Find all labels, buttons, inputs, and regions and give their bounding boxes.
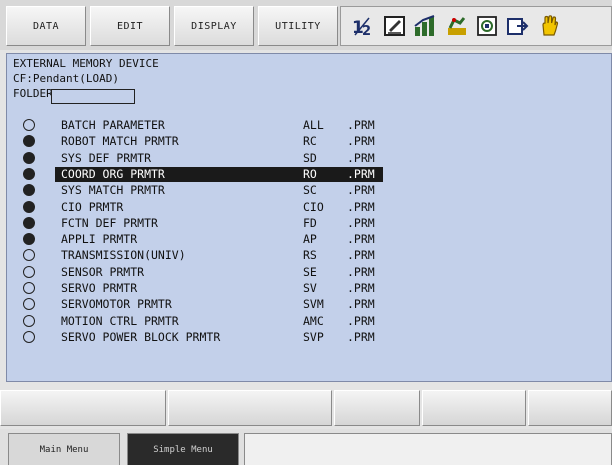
file-code: RS	[303, 248, 317, 263]
top-menu-bar: DATA EDIT DISPLAY UTILITY 1 2	[0, 0, 612, 50]
file-name: ROBOT MATCH PRMTR	[61, 134, 179, 149]
file-row[interactable]: CIO PRMTR CIO .PRM	[7, 199, 437, 215]
device-path: CF:Pendant(LOAD)	[13, 72, 119, 85]
file-row[interactable]: APPLI PRMTR AP .PRM	[7, 231, 437, 247]
unselected-mark-icon[interactable]	[23, 249, 35, 262]
file-code: AMC	[303, 313, 324, 328]
file-name: APPLI PRMTR	[61, 232, 138, 247]
file-code: SVP	[303, 329, 324, 344]
file-extension: .PRM	[347, 215, 375, 230]
file-extension: .PRM	[347, 264, 375, 279]
file-extension: .PRM	[347, 134, 375, 149]
selected-mark-icon[interactable]	[23, 200, 35, 213]
file-row[interactable]: SENSOR PRMTR SE .PRM	[7, 264, 437, 280]
status-icon-bar: 1 2	[340, 6, 612, 46]
file-name: SERVO PRMTR	[61, 281, 138, 295]
menu-data-button[interactable]: DATA	[6, 6, 86, 46]
file-extension: .PRM	[347, 281, 375, 295]
menu-display-button[interactable]: DISPLAY	[174, 6, 254, 46]
unselected-mark-icon[interactable]	[23, 119, 35, 131]
file-name: SERVO POWER BLOCK PRMTR	[61, 329, 221, 344]
function-key-4[interactable]	[422, 390, 526, 426]
function-key-1[interactable]	[0, 390, 166, 426]
main-menu-button[interactable]: Main Menu	[8, 433, 120, 465]
file-name: CIO PRMTR	[61, 199, 124, 214]
file-row[interactable]: ROBOT MATCH PRMTR RC .PRM	[7, 133, 437, 149]
export-icon[interactable]	[505, 14, 529, 38]
file-extension: .PRM	[347, 329, 375, 344]
file-name: COORD ORG PRMTR	[61, 166, 165, 181]
menu-edit-button[interactable]: EDIT	[90, 6, 170, 46]
file-name: MOTION CTRL PRMTR	[61, 313, 179, 328]
file-code: ALL	[303, 118, 324, 132]
file-name: BATCH PARAMETER	[61, 118, 165, 132]
file-row[interactable]: MOTION CTRL PRMTR AMC .PRM	[7, 313, 437, 329]
unselected-mark-icon[interactable]	[23, 314, 35, 327]
svg-text:2: 2	[362, 24, 371, 38]
file-extension: .PRM	[347, 297, 375, 312]
file-name: TRANSMISSION(UNIV)	[61, 248, 186, 263]
unselected-mark-icon[interactable]	[23, 330, 35, 343]
menu-utility-button[interactable]: UTILITY	[258, 6, 338, 46]
file-row[interactable]: SYS DEF PRMTR SD .PRM	[7, 150, 437, 166]
file-extension: .PRM	[347, 166, 375, 181]
selected-mark-icon[interactable]	[23, 233, 35, 246]
function-key-2[interactable]	[168, 390, 332, 426]
simple-menu-button[interactable]: Simple Menu	[127, 433, 239, 465]
file-extension: .PRM	[347, 118, 375, 132]
file-row[interactable]: BATCH PARAMETER ALL .PRM	[7, 117, 437, 133]
file-code: SC	[303, 183, 317, 198]
file-code: FD	[303, 215, 317, 230]
graph-icon[interactable]	[413, 14, 437, 38]
file-extension: .PRM	[347, 232, 375, 247]
unselected-mark-icon[interactable]	[23, 282, 35, 294]
file-name: SYS MATCH PRMTR	[61, 183, 165, 198]
function-key-3[interactable]	[334, 390, 420, 426]
hand-icon[interactable]	[537, 14, 561, 38]
robot-icon[interactable]	[445, 14, 469, 38]
unselected-mark-icon[interactable]	[23, 298, 35, 311]
file-row[interactable]: SYS MATCH PRMTR SC .PRM	[7, 182, 437, 198]
file-extension: .PRM	[347, 183, 375, 198]
file-code: SD	[303, 150, 317, 165]
device-title: EXTERNAL MEMORY DEVICE	[13, 57, 159, 70]
file-code: AP	[303, 232, 317, 247]
file-name: FCTN DEF PRMTR	[61, 215, 158, 230]
edit-box-icon[interactable]	[383, 14, 407, 38]
bottom-bar: Main Menu Simple Menu	[0, 429, 612, 465]
selected-mark-icon[interactable]	[23, 167, 35, 180]
unselected-mark-icon[interactable]	[23, 265, 35, 278]
numeric-switch-icon[interactable]: 1 2	[351, 14, 375, 38]
file-code: SVM	[303, 297, 324, 312]
selected-mark-icon[interactable]	[23, 184, 35, 197]
function-key-bar	[0, 390, 612, 426]
file-code: RO	[303, 166, 317, 181]
file-name: SYS DEF PRMTR	[61, 150, 152, 165]
message-area	[244, 433, 612, 465]
folder-input[interactable]	[51, 89, 135, 104]
file-row[interactable]: TRANSMISSION(UNIV) RS .PRM	[7, 247, 437, 263]
selected-mark-icon[interactable]	[23, 216, 35, 229]
file-code: RC	[303, 134, 317, 149]
file-code: SE	[303, 264, 317, 279]
file-row[interactable]: SERVOMOTOR PRMTR SVM .PRM	[7, 296, 437, 312]
file-row[interactable]: SERVO PRMTR SV .PRM	[7, 280, 437, 296]
selected-mark-icon[interactable]	[23, 151, 35, 164]
file-extension: .PRM	[347, 199, 375, 214]
file-row[interactable]: SERVO POWER BLOCK PRMTR SVP .PRM	[7, 329, 437, 345]
file-name: SERVOMOTOR PRMTR	[61, 297, 172, 312]
file-code: CIO	[303, 199, 324, 214]
function-key-5[interactable]	[528, 390, 612, 426]
file-extension: .PRM	[347, 248, 375, 263]
file-list-screen: EXTERNAL MEMORY DEVICE CF:Pendant(LOAD) …	[6, 53, 612, 382]
panel-icon[interactable]	[475, 14, 499, 38]
file-row[interactable]: COORD ORG PRMTR RO .PRM	[7, 166, 437, 182]
file-name: SENSOR PRMTR	[61, 264, 145, 279]
file-extension: .PRM	[347, 313, 375, 328]
file-extension: .PRM	[347, 150, 375, 165]
selected-mark-icon[interactable]	[23, 135, 35, 148]
folder-label: FOLDER	[13, 87, 53, 100]
file-code: SV	[303, 281, 317, 295]
file-row[interactable]: FCTN DEF PRMTR FD .PRM	[7, 215, 437, 231]
